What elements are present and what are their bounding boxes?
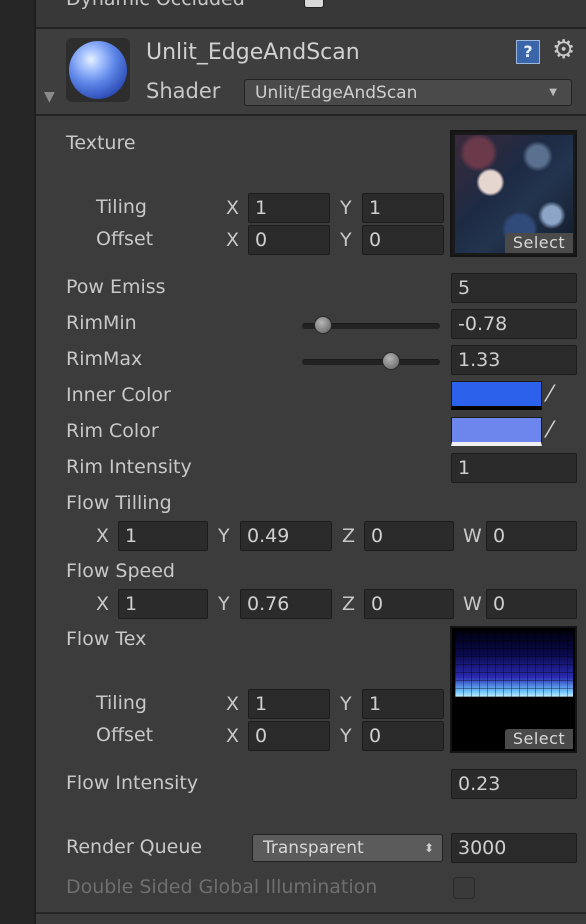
dynamic-occluded-checkbox[interactable] bbox=[304, 0, 324, 8]
flow-tex-offset-x-label: X bbox=[226, 725, 240, 747]
material-name: Unlit_EdgeAndScan bbox=[146, 40, 360, 65]
flow-tilling-z-field[interactable]: 0 bbox=[364, 521, 454, 551]
texture-tiling-label: Tiling bbox=[96, 196, 147, 218]
flow-tex-label: Flow Tex bbox=[66, 628, 147, 650]
flow-tex-tiling-x-field[interactable]: 1 bbox=[248, 689, 330, 719]
flow-tilling-w-label: W bbox=[463, 525, 482, 547]
material-preview-sphere-icon bbox=[66, 38, 130, 102]
flow-tilling-y-label: Y bbox=[218, 525, 230, 547]
flow-tex-tiling-label: Tiling bbox=[96, 692, 147, 714]
inner-color-swatch[interactable] bbox=[451, 381, 542, 410]
texture-offset-label: Offset bbox=[96, 228, 154, 250]
flow-tex-tiling-x-label: X bbox=[226, 693, 240, 715]
flow-speed-x-label: X bbox=[96, 593, 110, 615]
flow-tex-tiling-y-field[interactable]: 1 bbox=[362, 689, 444, 719]
flow-speed-y-label: Y bbox=[218, 593, 230, 615]
flow-speed-label: Flow Speed bbox=[66, 560, 175, 582]
texture-label: Texture bbox=[66, 132, 136, 154]
flow-tilling-z-label: Z bbox=[342, 525, 356, 547]
help-book-icon[interactable]: ? bbox=[516, 40, 540, 64]
texture-offset-y-field[interactable]: 0 bbox=[362, 225, 444, 255]
render-queue-label: Render Queue bbox=[66, 836, 203, 858]
texture-offset-x-field[interactable]: 0 bbox=[248, 225, 330, 255]
material-header: Unlit_EdgeAndScan Shader Unlit/EdgeAndSc… bbox=[36, 29, 586, 116]
eyedropper-icon[interactable]: ⁄ bbox=[548, 380, 552, 410]
rim-color-label: Rim Color bbox=[66, 420, 159, 442]
foldout-arrow-icon[interactable]: ▼ bbox=[44, 89, 55, 105]
rim-max-slider-knob[interactable] bbox=[382, 352, 400, 370]
flow-tex-tiling-y-label: Y bbox=[340, 693, 352, 715]
flow-speed-z-field[interactable]: 0 bbox=[364, 589, 454, 619]
texture-select-button[interactable]: Select bbox=[505, 233, 573, 253]
flow-intensity-field[interactable]: 0.23 bbox=[451, 769, 577, 799]
texture-tiling-x-label: X bbox=[226, 197, 240, 219]
flow-tex-select-button[interactable]: Select bbox=[505, 729, 573, 749]
texture-offset-y-label: Y bbox=[340, 229, 352, 251]
rim-max-label: RimMax bbox=[66, 348, 143, 370]
flow-tex-offset-y-field[interactable]: 0 bbox=[362, 721, 444, 751]
flow-speed-y-field[interactable]: 0.76 bbox=[240, 589, 332, 619]
dropdown-updown-icon: ⬍ bbox=[423, 841, 434, 855]
texture-thumbnail[interactable]: Select bbox=[450, 130, 577, 257]
rim-min-slider-knob[interactable] bbox=[314, 316, 332, 334]
render-queue-mode: Transparent bbox=[263, 838, 364, 858]
flow-speed-x-field[interactable]: 1 bbox=[118, 589, 208, 619]
render-queue-dropdown[interactable]: Transparent ⬍ bbox=[252, 834, 443, 862]
shader-dropdown[interactable]: Unlit/EdgeAndScan ▼ bbox=[244, 79, 572, 106]
flow-tex-preview-image bbox=[455, 631, 573, 697]
shader-dropdown-value: Unlit/EdgeAndScan bbox=[255, 83, 418, 103]
flow-tex-thumbnail[interactable]: Select bbox=[450, 626, 577, 753]
flow-speed-z-label: Z bbox=[342, 593, 356, 615]
flow-tilling-label: Flow Tilling bbox=[66, 492, 172, 514]
flow-intensity-label: Flow Intensity bbox=[66, 772, 199, 794]
double-sided-gi-label: Double Sided Global Illumination bbox=[66, 876, 378, 898]
texture-tiling-y-label: Y bbox=[340, 197, 352, 219]
texture-tiling-x-field[interactable]: 1 bbox=[248, 193, 330, 223]
dynamic-occluded-label: Dynamic Occluded bbox=[66, 0, 245, 12]
flow-tex-offset-x-field[interactable]: 0 bbox=[248, 721, 330, 751]
rim-intensity-field[interactable]: 1 bbox=[451, 453, 577, 483]
shader-label: Shader bbox=[146, 79, 221, 103]
inner-color-label: Inner Color bbox=[66, 384, 171, 406]
eyedropper-icon[interactable]: ⁄ bbox=[548, 416, 552, 446]
flow-tilling-y-field[interactable]: 0.49 bbox=[240, 521, 332, 551]
render-queue-field[interactable]: 3000 bbox=[451, 833, 577, 863]
rim-min-label: RimMin bbox=[66, 312, 137, 334]
flow-tilling-x-label: X bbox=[96, 525, 110, 547]
rim-color-swatch[interactable] bbox=[451, 417, 542, 446]
double-sided-gi-checkbox[interactable] bbox=[453, 877, 475, 899]
rim-min-field[interactable]: -0.78 bbox=[451, 309, 577, 339]
pow-emiss-field[interactable]: 5 bbox=[451, 273, 577, 303]
dropdown-arrow-icon: ▼ bbox=[549, 87, 557, 98]
flow-tex-offset-y-label: Y bbox=[340, 725, 352, 747]
bottom-divider bbox=[36, 912, 586, 914]
rim-intensity-label: Rim Intensity bbox=[66, 456, 192, 478]
rim-max-field[interactable]: 1.33 bbox=[451, 345, 577, 375]
flow-speed-w-field[interactable]: 0 bbox=[486, 589, 577, 619]
gear-icon[interactable]: ⚙ bbox=[552, 35, 575, 65]
flow-tex-offset-label: Offset bbox=[96, 724, 154, 746]
texture-offset-x-label: X bbox=[226, 229, 240, 251]
flow-tilling-w-field[interactable]: 0 bbox=[486, 521, 577, 551]
previous-component-band: Dynamic Occluded bbox=[36, 0, 586, 29]
flow-tilling-x-field[interactable]: 1 bbox=[118, 521, 208, 551]
rim-max-slider-track[interactable] bbox=[302, 359, 440, 365]
texture-tiling-y-field[interactable]: 1 bbox=[362, 193, 444, 223]
left-panel-strip bbox=[0, 0, 36, 924]
pow-emiss-label: Pow Emiss bbox=[66, 276, 166, 298]
flow-speed-w-label: W bbox=[463, 593, 482, 615]
